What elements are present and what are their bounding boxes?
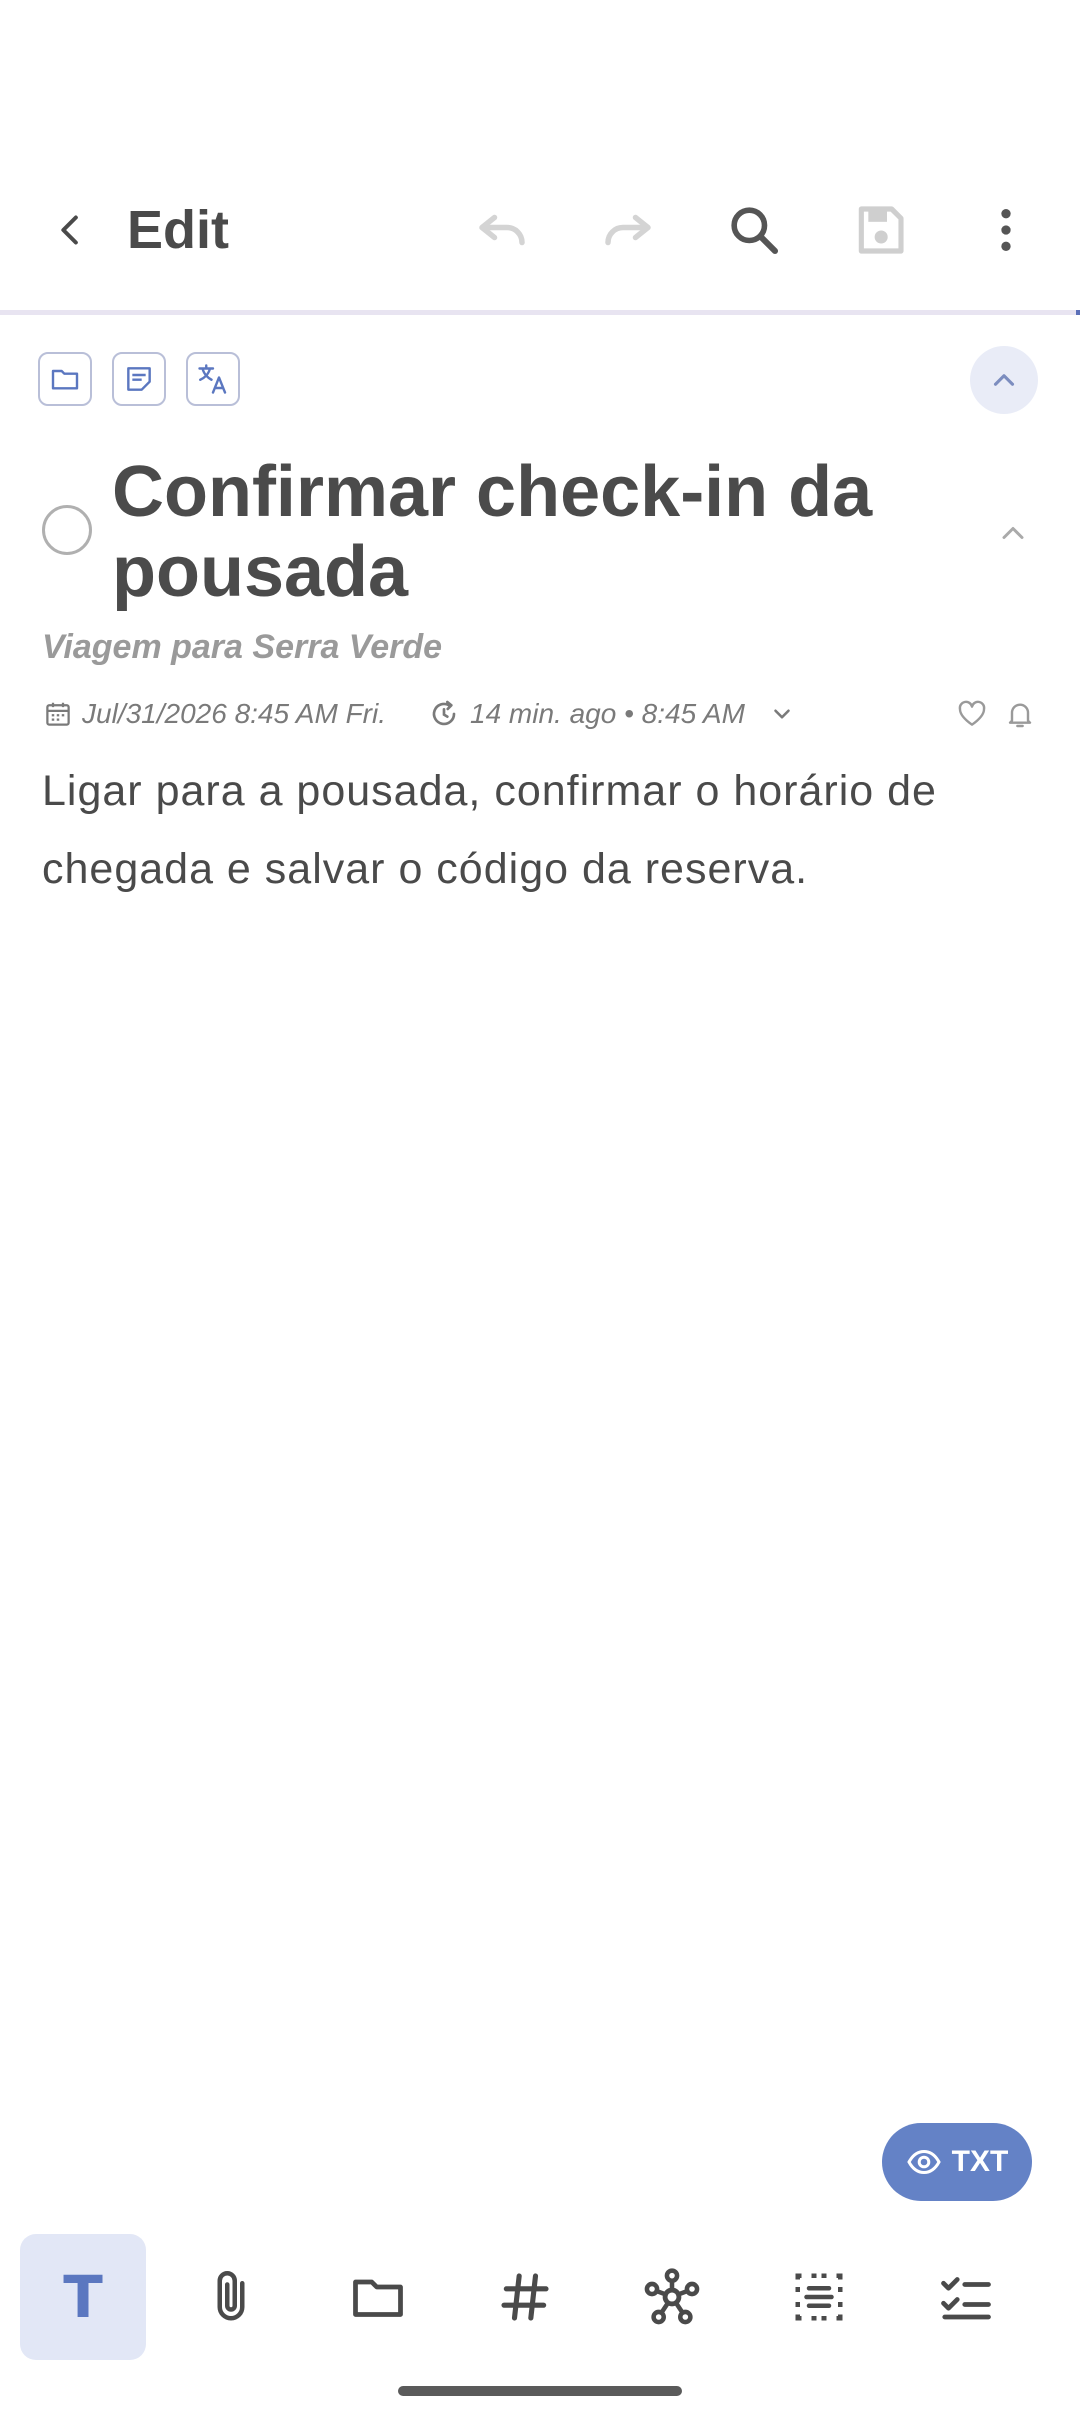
attachment-button[interactable] — [168, 2234, 294, 2360]
folder-chip[interactable] — [38, 352, 92, 406]
translate-icon — [198, 364, 227, 394]
checklist-icon — [941, 2277, 991, 2320]
chevron-down-icon — [774, 709, 790, 719]
calendar-icon — [38, 694, 78, 734]
eye-icon — [906, 2149, 941, 2175]
checklist-button[interactable] — [903, 2234, 1029, 2360]
chevron-up-icon — [1002, 527, 1024, 539]
task-updated-time: 14 min. ago • 8:45 AM — [470, 698, 745, 729]
task-date[interactable]: Jul/31/2026 8:45 AM Fri. — [82, 694, 386, 734]
history-icon — [424, 694, 464, 734]
collapse-details-button[interactable] — [990, 510, 1036, 556]
progress-line — [0, 310, 1080, 315]
save-button[interactable] — [848, 198, 912, 262]
expand-meta-button[interactable] — [762, 694, 802, 734]
outline-button[interactable] — [756, 2234, 882, 2360]
gesture-nav-handle[interactable] — [398, 2386, 682, 2396]
collapse-header-button[interactable] — [970, 346, 1038, 414]
tag-button[interactable] — [462, 2234, 588, 2360]
bottom-toolbar: T — [0, 2234, 1080, 2360]
more-vertical-icon — [1001, 209, 1011, 251]
note-icon — [127, 367, 151, 391]
outline-list-icon — [795, 2273, 843, 2321]
task-complete-checkbox[interactable] — [42, 505, 92, 555]
redo-button[interactable] — [596, 198, 660, 262]
heart-icon — [958, 700, 986, 726]
view-mode-label: TXT — [951, 2145, 1009, 2178]
chevron-up-icon — [993, 374, 1015, 386]
hashtag-icon — [501, 2273, 549, 2321]
view-mode-button[interactable]: TXT — [882, 2123, 1032, 2201]
note-chip[interactable] — [112, 352, 166, 406]
bell-icon — [1008, 703, 1032, 728]
undo-icon — [479, 214, 525, 246]
task-title[interactable]: Confirmar check-in da pousada — [112, 452, 952, 612]
paperclip-icon — [217, 2271, 245, 2321]
text-format-icon: T — [63, 2263, 103, 2331]
back-button[interactable] — [40, 200, 100, 260]
favorite-button[interactable] — [952, 694, 992, 734]
folder-icon — [353, 2279, 403, 2317]
page-title: Edit — [127, 200, 229, 260]
search-button[interactable] — [722, 198, 786, 262]
reminder-button[interactable] — [1000, 694, 1040, 734]
save-icon — [858, 206, 904, 254]
task-body-text[interactable]: Ligar para a pousada, confirmar o horári… — [42, 752, 1042, 908]
more-options-button[interactable] — [974, 198, 1038, 262]
back-arrow-icon — [61, 215, 78, 245]
redo-icon — [605, 214, 651, 246]
move-to-folder-button[interactable] — [315, 2234, 441, 2360]
text-format-button[interactable]: T — [20, 2234, 146, 2360]
translate-chip[interactable] — [186, 352, 240, 406]
folder-icon — [51, 369, 79, 390]
network-icon — [644, 2268, 700, 2325]
search-icon — [731, 207, 779, 255]
task-folder-name[interactable]: Viagem para Serra Verde — [42, 628, 442, 667]
link-graph-button[interactable] — [609, 2234, 735, 2360]
undo-button[interactable] — [470, 198, 534, 262]
top-app-bar: Edit — [0, 170, 1080, 290]
